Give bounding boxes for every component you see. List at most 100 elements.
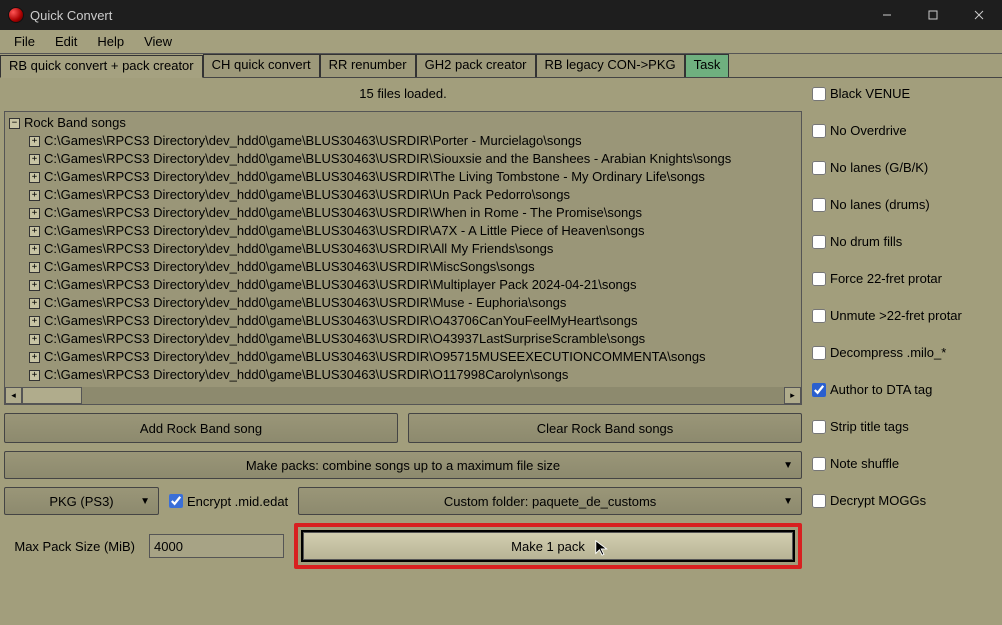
tree-item-path: C:\Games\RPCS3 Directory\dev_hdd0\game\B… <box>44 348 706 366</box>
files-loaded-label: 15 files loaded. <box>4 80 802 103</box>
tree-item[interactable]: + C:\Games\RPCS3 Directory\dev_hdd0\game\… <box>29 294 801 312</box>
minimize-button[interactable] <box>864 0 910 30</box>
tree-item-path: C:\Games\RPCS3 Directory\dev_hdd0\game\B… <box>44 330 645 348</box>
expand-icon[interactable]: + <box>29 316 40 327</box>
horizontal-scrollbar[interactable]: ◂ ▸ <box>5 387 801 404</box>
menu-edit[interactable]: Edit <box>45 32 87 51</box>
opt-no-drum-fills[interactable]: No drum fills <box>812 234 996 249</box>
custom-folder-combo[interactable]: Custom folder: paquete_de_customs ▼ <box>298 487 802 515</box>
output-format-label: PKG (PS3) <box>49 494 113 509</box>
options-panel: Black VENUE No Overdrive No lanes (G/B/K… <box>806 78 1002 625</box>
make-pack-button[interactable]: Make 1 pack <box>303 532 793 560</box>
tab-task[interactable]: Task <box>685 54 730 77</box>
app-icon <box>8 7 24 23</box>
chevron-down-icon: ▼ <box>783 460 793 471</box>
expand-icon[interactable]: + <box>29 172 40 183</box>
song-tree[interactable]: − Rock Band songs + C:\Games\RPCS3 Direct… <box>4 111 802 405</box>
scroll-thumb[interactable] <box>22 387 82 404</box>
output-format-combo[interactable]: PKG (PS3) ▼ <box>4 487 159 515</box>
tree-item[interactable]: + C:\Games\RPCS3 Directory\dev_hdd0\game\… <box>29 276 801 294</box>
tab-gh2-pack-creator[interactable]: GH2 pack creator <box>416 54 536 77</box>
clear-songs-button[interactable]: Clear Rock Band songs <box>408 413 802 443</box>
encrypt-checkbox[interactable]: Encrypt .mid.edat <box>169 494 288 509</box>
tab-rb-legacy[interactable]: RB legacy CON->PKG <box>536 54 685 77</box>
opt-force-22-fret[interactable]: Force 22-fret protar <box>812 271 996 286</box>
expand-icon[interactable]: + <box>29 334 40 345</box>
make-pack-highlight: Make 1 pack <box>294 523 802 569</box>
tree-item[interactable]: + C:\Games\RPCS3 Directory\dev_hdd0\game\… <box>29 240 801 258</box>
window-title: Quick Convert <box>30 8 112 23</box>
opt-no-overdrive[interactable]: No Overdrive <box>812 123 996 138</box>
expand-icon[interactable]: + <box>29 262 40 273</box>
make-pack-label: Make 1 pack <box>511 539 585 554</box>
tree-item-path: C:\Games\RPCS3 Directory\dev_hdd0\game\B… <box>44 222 644 240</box>
menu-help[interactable]: Help <box>87 32 134 51</box>
max-pack-size-label: Max Pack Size (MiB) <box>4 539 139 554</box>
opt-strip-title[interactable]: Strip title tags <box>812 419 996 434</box>
tree-item[interactable]: +C:\Games\RPCS3 Directory\dev_hdd0\game\… <box>29 132 801 150</box>
menu-file[interactable]: File <box>4 32 45 51</box>
tree-item[interactable]: + C:\Games\RPCS3 Directory\dev_hdd0\game\… <box>29 222 801 240</box>
encrypt-checkbox-input[interactable] <box>169 494 183 508</box>
expand-icon[interactable]: + <box>29 352 40 363</box>
menubar: File Edit Help View <box>0 30 1002 54</box>
tree-item[interactable]: + C:\Games\RPCS3 Directory\dev_hdd0\game\… <box>29 366 801 384</box>
tree-item-path: C:\Games\RPCS3 Directory\dev_hdd0\game\B… <box>44 276 637 294</box>
max-pack-size-input[interactable] <box>149 534 284 558</box>
chevron-down-icon: ▼ <box>783 496 793 507</box>
tab-ch-quick-convert[interactable]: CH quick convert <box>203 54 320 77</box>
opt-black-venue[interactable]: Black VENUE <box>812 86 996 101</box>
scroll-left-button[interactable]: ◂ <box>5 387 22 404</box>
tree-item-path: C:\Games\RPCS3 Directory\dev_hdd0\game\B… <box>44 294 566 312</box>
opt-no-lanes-gbk[interactable]: No lanes (G/B/K) <box>812 160 996 175</box>
tree-item-path: C:\Games\RPCS3 Directory\dev_hdd0\game\B… <box>44 240 553 258</box>
make-packs-combo[interactable]: Make packs: combine songs up to a maximu… <box>4 451 802 479</box>
tree-item[interactable]: + C:\Games\RPCS3 Directory\dev_hdd0\game\… <box>29 312 801 330</box>
tree-item-path: C:\Games\RPCS3 Directory\dev_hdd0\game\B… <box>44 186 570 204</box>
opt-no-lanes-drums[interactable]: No lanes (drums) <box>812 197 996 212</box>
chevron-down-icon: ▼ <box>140 496 150 507</box>
app-window: Quick Convert File Edit Help View RB qui… <box>0 0 1002 625</box>
expand-icon[interactable]: + <box>29 154 40 165</box>
expand-icon[interactable]: + <box>29 244 40 255</box>
titlebar: Quick Convert <box>0 0 1002 30</box>
maximize-button[interactable] <box>910 0 956 30</box>
expand-icon[interactable]: + <box>29 226 40 237</box>
tree-item-path: C:\Games\RPCS3 Directory\dev_hdd0\game\B… <box>44 366 568 384</box>
tab-rb-quick-convert[interactable]: RB quick convert + pack creator <box>0 55 203 78</box>
opt-note-shuffle[interactable]: Note shuffle <box>812 456 996 471</box>
tree-item[interactable]: + C:\Games\RPCS3 Directory\dev_hdd0\game\… <box>29 258 801 276</box>
menu-view[interactable]: View <box>134 32 182 51</box>
tabstrip: RB quick convert + pack creator CH quick… <box>0 54 1002 78</box>
expand-icon[interactable]: + <box>29 136 40 147</box>
tree-item-path: C:\Games\RPCS3 Directory\dev_hdd0\game\B… <box>44 168 705 186</box>
expand-icon[interactable]: + <box>29 370 40 381</box>
scroll-right-button[interactable]: ▸ <box>784 387 801 404</box>
tree-item[interactable]: + C:\Games\RPCS3 Directory\dev_hdd0\game\… <box>29 150 801 168</box>
custom-folder-label: Custom folder: paquete_de_customs <box>444 494 656 509</box>
expand-icon[interactable]: + <box>29 280 40 291</box>
tree-item-path: C:\Games\RPCS3 Directory\dev_hdd0\game\B… <box>44 258 535 276</box>
make-packs-label: Make packs: combine songs up to a maximu… <box>246 458 560 473</box>
add-song-button[interactable]: Add Rock Band song <box>4 413 398 443</box>
expand-icon[interactable]: + <box>29 190 40 201</box>
tree-item[interactable]: + C:\Games\RPCS3 Directory\dev_hdd0\game\… <box>29 168 801 186</box>
tab-rr-renumber[interactable]: RR renumber <box>320 54 416 77</box>
expand-icon[interactable]: + <box>29 208 40 219</box>
tree-item[interactable]: +C:\Games\RPCS3 Directory\dev_hdd0\game\… <box>29 204 801 222</box>
close-button[interactable] <box>956 0 1002 30</box>
tree-item[interactable]: + C:\Games\RPCS3 Directory\dev_hdd0\game\… <box>29 330 801 348</box>
tree-item-path: C:\Games\RPCS3 Directory\dev_hdd0\game\B… <box>44 150 731 168</box>
expand-icon[interactable]: + <box>29 298 40 309</box>
opt-unmute-22-fret[interactable]: Unmute >22-fret protar <box>812 308 996 323</box>
collapse-icon[interactable]: − <box>9 118 20 129</box>
cursor-icon <box>594 539 612 557</box>
encrypt-label: Encrypt .mid.edat <box>187 494 288 509</box>
tree-item[interactable]: + C:\Games\RPCS3 Directory\dev_hdd0\game\… <box>29 186 801 204</box>
tree-item[interactable]: + C:\Games\RPCS3 Directory\dev_hdd0\game\… <box>29 348 801 366</box>
opt-author-dta[interactable]: Author to DTA tag <box>812 382 996 397</box>
opt-decrypt-moggs[interactable]: Decrypt MOGGs <box>812 493 996 508</box>
opt-decompress-milo[interactable]: Decompress .milo_* <box>812 345 996 360</box>
tree-item-path: C:\Games\RPCS3 Directory\dev_hdd0\game\B… <box>44 312 637 330</box>
tree-root-label[interactable]: Rock Band songs <box>24 114 126 132</box>
